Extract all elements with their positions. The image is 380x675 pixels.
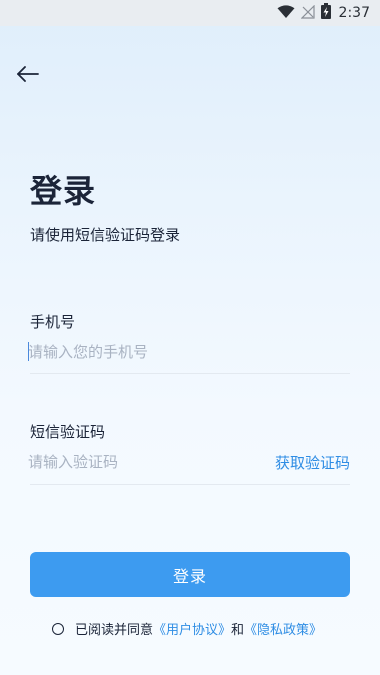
user-agreement-link[interactable]: 《用户协议》 (153, 619, 231, 638)
status-bar: 2:37 (0, 0, 380, 26)
code-divider (30, 484, 350, 485)
phone-divider (30, 373, 350, 374)
code-input[interactable] (28, 449, 228, 475)
agreement-conjunction: 和 (231, 623, 245, 638)
agreement-row: 已阅读并同意 《用户协议》 和 《隐私政策》 (52, 619, 322, 638)
status-time: 2:37 (338, 5, 370, 21)
phone-label: 手机号 (30, 313, 76, 331)
agreement-prefix: 已阅读并同意 (75, 623, 154, 638)
page-title: 登录 (30, 172, 97, 210)
back-button[interactable] (14, 64, 42, 88)
privacy-policy-link[interactable]: 《隐私政策》 (244, 619, 322, 638)
wifi-icon (277, 4, 295, 23)
login-button[interactable]: 登录 (30, 552, 350, 597)
agreement-checkbox[interactable] (52, 622, 64, 635)
battery-charging-icon (320, 3, 331, 23)
code-label: 短信验证码 (30, 423, 106, 441)
get-code-button[interactable]: 获取验证码 (275, 452, 350, 473)
arrow-left-icon (16, 66, 40, 86)
phone-input[interactable] (28, 339, 258, 365)
page-subtitle: 请使用短信验证码登录 (30, 226, 181, 244)
text-cursor (28, 342, 29, 361)
signal-off-icon (300, 4, 315, 23)
status-icons: 2:37 (277, 3, 370, 23)
